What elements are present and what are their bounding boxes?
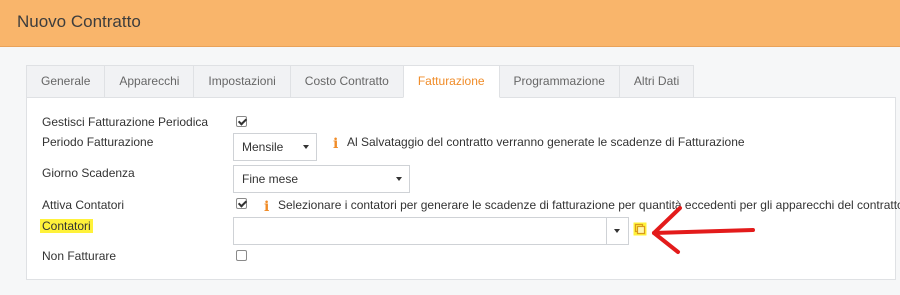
red-arrow-annotation xyxy=(652,206,755,254)
attiva-contatori-info-text: Selezionare i contatori per generare le … xyxy=(278,198,900,212)
periodo-fatturazione-select[interactable]: Mensile xyxy=(233,133,317,161)
tab-programmazione[interactable]: Programmazione xyxy=(498,65,620,98)
tab-apparecchi[interactable]: Apparecchi xyxy=(104,65,195,98)
contatori-label: Contatori xyxy=(40,219,93,233)
giorno-scadenza-value: Fine mese xyxy=(242,172,299,186)
periodo-info-text: Al Salvataggio del contratto verranno ge… xyxy=(347,135,745,149)
giorno-scadenza-select[interactable]: Fine mese xyxy=(233,165,410,193)
chevron-down-icon xyxy=(303,145,309,149)
tab-fatturazione[interactable]: Fatturazione xyxy=(402,65,500,98)
giorno-scadenza-label: Giorno Scadenza xyxy=(42,166,135,180)
tab-generale[interactable]: Generale xyxy=(26,65,106,98)
gestisci-fatturazione-label: Gestisci Fatturazione Periodica xyxy=(42,115,209,129)
periodo-fatturazione-label: Periodo Fatturazione xyxy=(42,135,154,149)
non-fatturare-checkbox[interactable] xyxy=(236,250,247,261)
tab-impostazioni[interactable]: Impostazioni xyxy=(193,65,291,98)
non-fatturare-label: Non Fatturare xyxy=(42,249,117,263)
header-bar: Nuovo Contratto xyxy=(0,0,900,47)
page-title: Nuovo Contratto xyxy=(17,12,141,31)
attiva-contatori-label: Attiva Contatori xyxy=(42,198,125,212)
gestisci-fatturazione-checkbox[interactable] xyxy=(236,116,247,127)
attiva-contatori-checkbox[interactable] xyxy=(236,198,247,209)
contatori-dropdown-toggle[interactable] xyxy=(606,218,628,244)
tab-bar: Generale Apparecchi Impostazioni Costo C… xyxy=(26,65,695,98)
chevron-down-icon xyxy=(614,229,620,233)
tab-altri-dati[interactable]: Altri Dati xyxy=(618,65,695,98)
chevron-down-icon xyxy=(396,177,402,181)
copy-icon[interactable] xyxy=(633,222,647,236)
periodo-fatturazione-value: Mensile xyxy=(242,140,284,154)
tab-costo-contratto[interactable]: Costo Contratto xyxy=(289,65,404,98)
contatori-select[interactable] xyxy=(233,217,629,245)
info-icon: i xyxy=(333,136,339,152)
info-icon: i xyxy=(264,199,270,215)
